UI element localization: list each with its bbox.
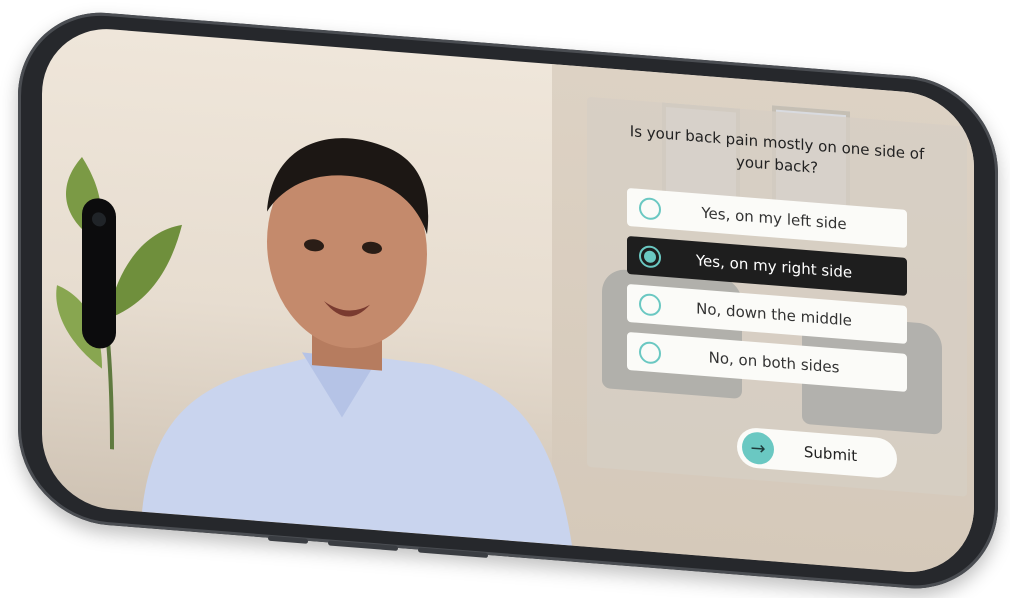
volume-button (328, 540, 398, 551)
submit-button[interactable]: → Submit (737, 426, 897, 480)
option-label: No, down the middle (696, 299, 852, 330)
quiz-panel: Is your back pain mostly on one side of … (587, 96, 967, 497)
front-camera (82, 197, 116, 350)
presenter-person (142, 138, 572, 546)
quiz-question: Is your back pain mostly on one side of … (629, 122, 925, 177)
submit-label: Submit (803, 442, 858, 466)
radio-selected-icon[interactable] (639, 244, 661, 269)
option-label: Yes, on my right side (695, 251, 853, 282)
radio-unselected-icon[interactable] (639, 292, 661, 317)
volume-button (268, 535, 308, 544)
phone-frame: Is your back pain mostly on one side of … (18, 6, 998, 596)
radio-unselected-icon[interactable] (639, 196, 661, 221)
radio-unselected-icon[interactable] (639, 340, 661, 365)
camera-lens-icon (92, 211, 106, 227)
arrow-right-icon: → (742, 430, 774, 466)
option-label: Yes, on my left side (701, 203, 847, 234)
option-label: No, on both sides (708, 348, 840, 377)
option-both-sides[interactable]: No, on both sides (627, 331, 907, 392)
action-button (418, 547, 488, 558)
video-screen: Is your back pain mostly on one side of … (42, 23, 974, 578)
